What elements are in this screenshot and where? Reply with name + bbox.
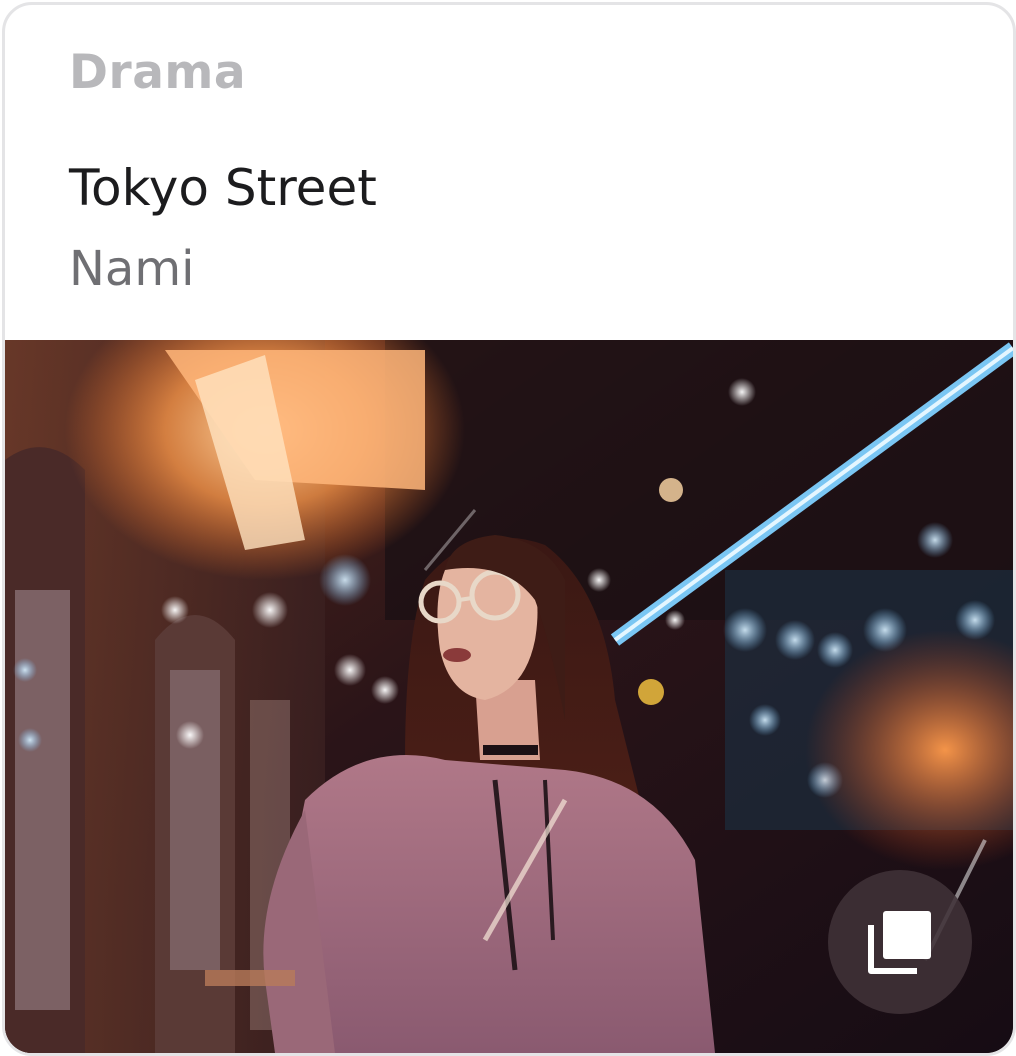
card-title: Tokyo Street — [69, 159, 377, 217]
stacked-images-icon — [868, 911, 931, 974]
genre-label: Drama — [69, 45, 247, 100]
cover-photo[interactable] — [5, 340, 1013, 1053]
card-author: Nami — [69, 241, 195, 297]
card-header: Drama Tokyo Street Nami — [5, 5, 1013, 340]
media-card[interactable]: Drama Tokyo Street Nami — [2, 2, 1016, 1056]
gallery-button[interactable] — [828, 870, 972, 1014]
